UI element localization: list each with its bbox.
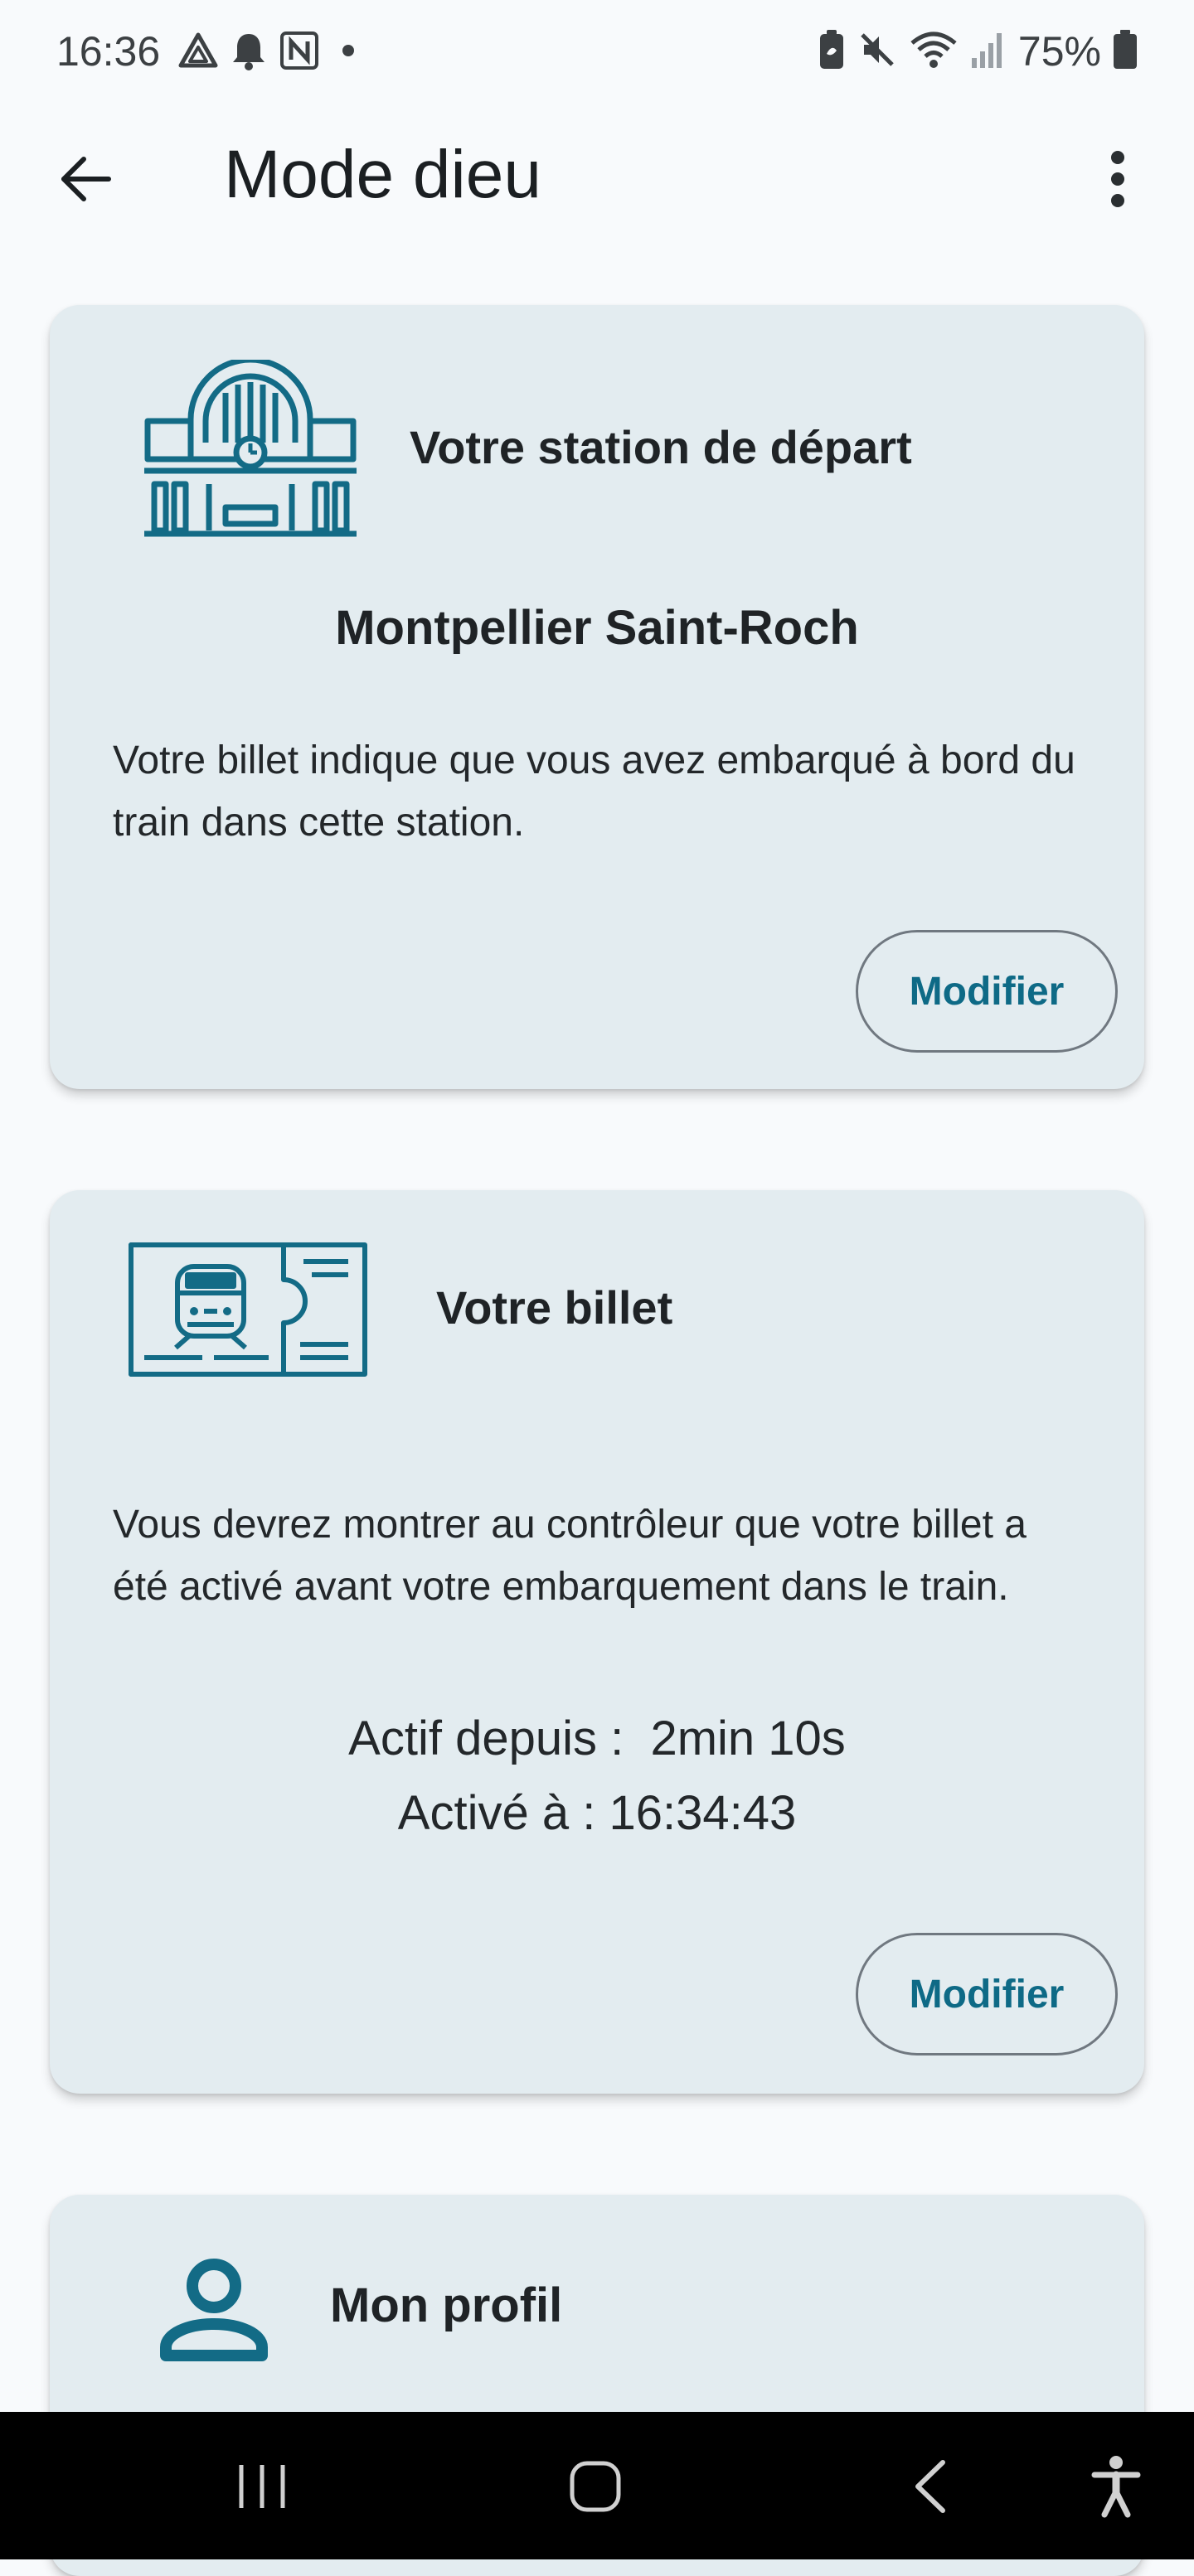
status-bar: 16:36 75%: [0, 0, 1194, 104]
modify-ticket-button[interactable]: Modifier: [856, 1933, 1118, 2055]
profile-title: Mon profil: [330, 2278, 563, 2332]
train-station-icon: [143, 356, 358, 543]
departure-station-card: Votre station de départ Montpellier Sain…: [50, 305, 1144, 1089]
mute-icon: [857, 30, 897, 74]
home-icon: [570, 2461, 621, 2512]
battery-saver-icon: [818, 29, 846, 75]
person-icon: [159, 2258, 269, 2370]
home-button[interactable]: [546, 2445, 645, 2528]
more-vert-icon: [1111, 151, 1124, 207]
battery-icon: [1113, 29, 1138, 75]
station-description: Votre billet indique que vous avez embar…: [113, 738, 1075, 845]
drive-icon: [177, 31, 219, 75]
station-name: Montpellier Saint-Roch: [335, 601, 859, 655]
signal-icon: [970, 30, 1007, 74]
accessibility-button[interactable]: [1066, 2445, 1166, 2528]
dot-icon: [332, 34, 365, 71]
train-ticket-icon: [128, 1242, 368, 1382]
system-navigation-bar: [0, 2412, 1194, 2559]
back-nav-button[interactable]: [881, 2445, 980, 2528]
ticket-card: Votre billet Vous devrez montrer au cont…: [50, 1190, 1144, 2094]
arrow-left-icon: [61, 157, 111, 201]
notion-icon: [279, 30, 320, 75]
battery-percentage: 75%: [1017, 28, 1101, 75]
page-title: Mode dieu: [224, 137, 541, 212]
accessibility-icon: [1091, 2456, 1141, 2518]
active-since-text: Actif depuis : 2min 10s: [348, 1712, 846, 1765]
modify-station-button[interactable]: Modifier: [856, 930, 1118, 1053]
wifi-icon: [909, 30, 959, 74]
status-right-icons: 75%: [818, 25, 1138, 78]
recent-apps-icon: [239, 2465, 285, 2508]
chevron-left-icon: [915, 2460, 945, 2513]
recent-apps-button[interactable]: [212, 2445, 312, 2528]
ticket-title: Votre billet: [436, 1281, 673, 1334]
app-bar: Mode dieu: [0, 104, 1194, 234]
activated-at-text: Activé à : 16:34:43: [397, 1786, 797, 1840]
status-time: 16:36: [56, 28, 161, 75]
departure-station-title: Votre station de départ: [410, 421, 912, 473]
ticket-description: Vous devrez montrer au contrôleur que vo…: [113, 1503, 1027, 1609]
bell-icon: [231, 31, 267, 75]
status-left-icons: [177, 30, 365, 75]
back-button[interactable]: [43, 136, 129, 222]
more-options-button[interactable]: [1075, 136, 1161, 222]
